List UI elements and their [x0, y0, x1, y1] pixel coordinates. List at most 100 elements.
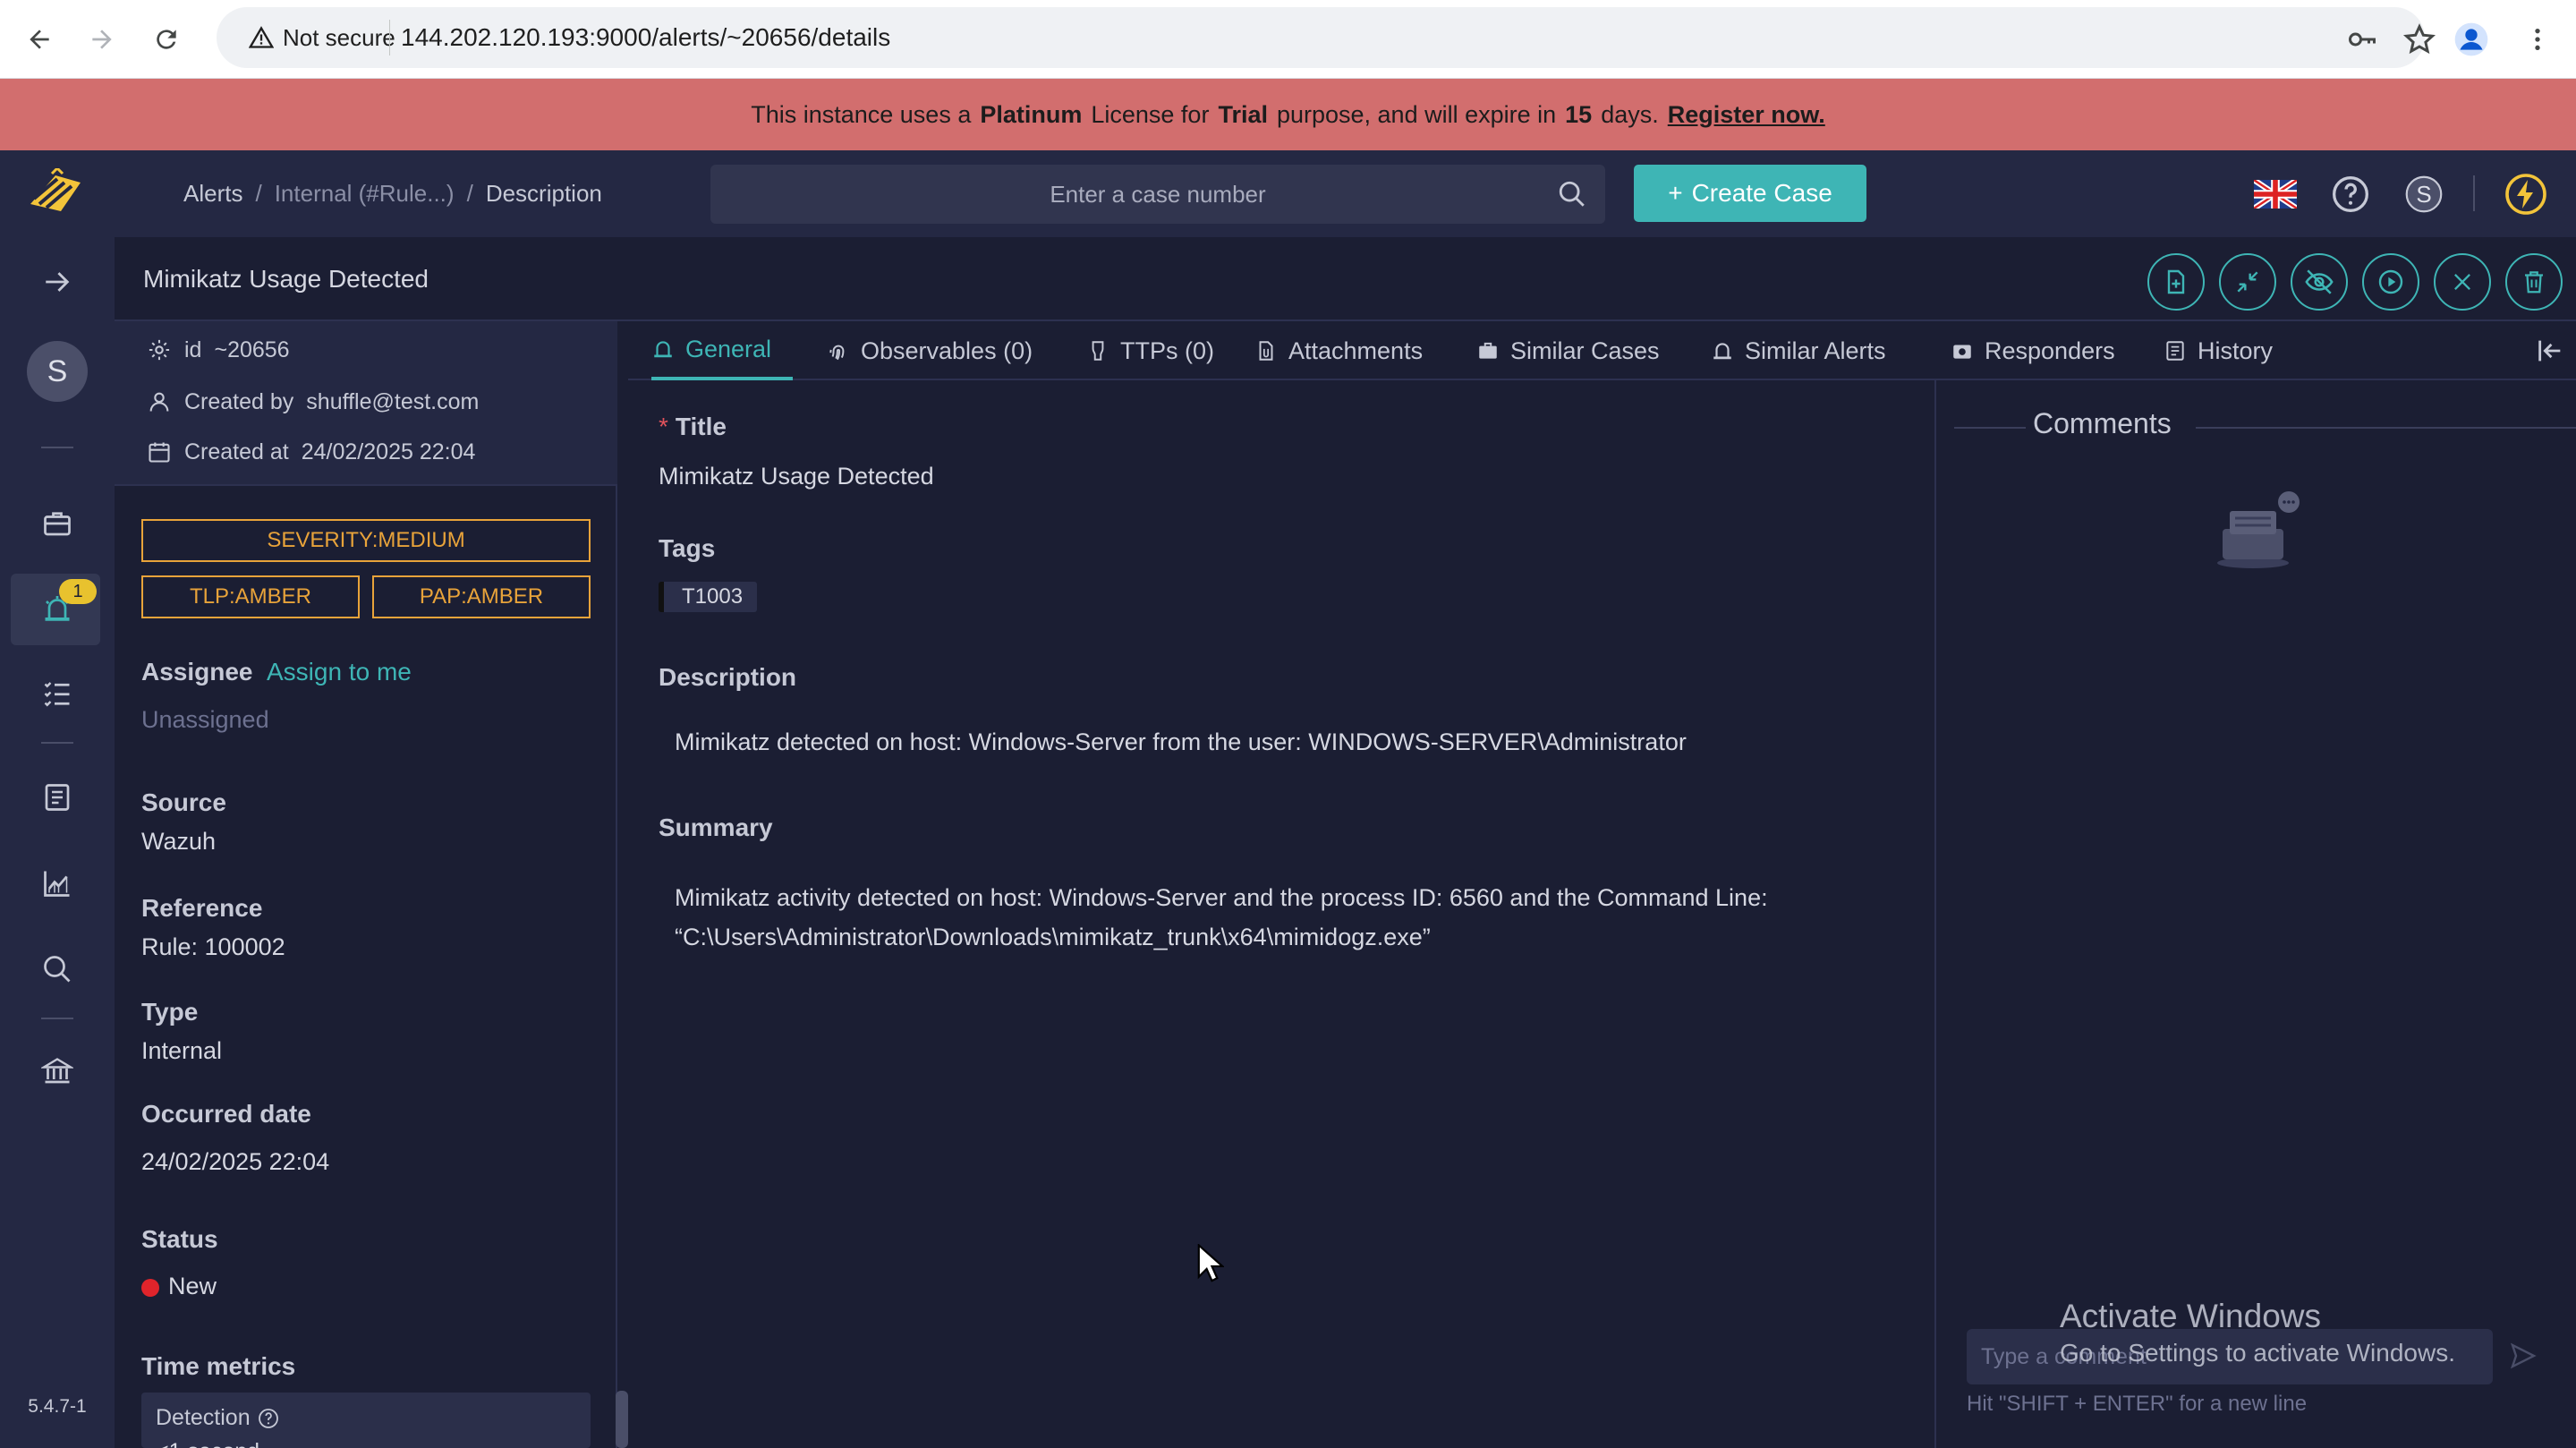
forward-arrow-icon[interactable] [79, 16, 125, 63]
detection-label: Detection [156, 1405, 251, 1430]
status-label: Status [141, 1225, 218, 1253]
rail-divider [41, 742, 73, 744]
help-icon[interactable] [2328, 172, 2373, 217]
run-button[interactable] [2362, 253, 2419, 311]
security-chip[interactable]: Not secure [233, 20, 415, 55]
create-case-label: Create Case [1691, 179, 1832, 207]
ttp-icon [1092, 341, 1104, 361]
briefcase-icon[interactable] [36, 502, 79, 545]
tag-chip[interactable]: T1003 [659, 582, 758, 612]
org-avatar[interactable]: S [27, 341, 88, 402]
ignore-button[interactable] [2291, 253, 2348, 311]
tab-history[interactable]: History [2164, 321, 2273, 380]
tlp-pill[interactable]: TLP:AMBER [141, 575, 360, 618]
empty-comments-icon [2217, 491, 2300, 568]
profile-icon[interactable] [2448, 16, 2495, 63]
comment-hint: Hit "SHIFT + ENTER" for a new line [1967, 1392, 2308, 1416]
title-label: Title [675, 413, 727, 440]
tab-label: Attachments [1288, 336, 1424, 364]
url-text[interactable]: 144.202.120.193:9000/alerts/~20656/detai… [401, 7, 890, 68]
lightning-icon[interactable] [2504, 172, 2548, 217]
severity-pill[interactable]: SEVERITY:MEDIUM [141, 519, 591, 562]
star-icon[interactable] [2403, 23, 2436, 55]
key-icon[interactable] [2346, 23, 2378, 55]
case-search-input[interactable] [710, 165, 1605, 224]
meta-id-label: id [184, 336, 202, 362]
required-mark: * [659, 413, 668, 440]
rail-divider [41, 447, 73, 448]
alert-icon [1713, 343, 1731, 360]
meta-created-at-value: 24/02/2025 22:04 [301, 439, 476, 464]
header-divider [2473, 175, 2475, 211]
reload-icon[interactable] [143, 16, 190, 63]
document-icon[interactable] [36, 776, 79, 819]
responders-icon [1953, 345, 1971, 359]
mouse-cursor-icon [1197, 1244, 1224, 1282]
ignore-icon [2305, 269, 2334, 294]
omnibox-divider [389, 20, 390, 55]
status-value[interactable]: New [168, 1273, 217, 1300]
merge-button[interactable] [2219, 253, 2276, 311]
delete-button[interactable] [2505, 253, 2563, 311]
banner-license-type: Trial [1218, 100, 1268, 128]
detail-scrollbar[interactable] [616, 1391, 628, 1448]
tab-label: History [2198, 336, 2274, 364]
tab-attachments[interactable]: Attachments [1254, 321, 1423, 380]
tab-similar-cases[interactable]: Similar Cases [1476, 321, 1660, 380]
create-case-button[interactable]: + Create Case [1634, 165, 1866, 222]
task-list-icon[interactable] [36, 672, 79, 715]
attachment-icon [1259, 341, 1273, 361]
alert-titlebar: Mimikatz Usage Detected [115, 237, 2576, 321]
assign-to-me-link[interactable]: Assign to me [267, 658, 412, 686]
type-value: Internal [141, 1037, 223, 1064]
thehive-logo-icon[interactable] [25, 168, 86, 218]
detection-row: Detection [156, 1405, 279, 1431]
chart-icon[interactable] [36, 862, 79, 905]
breadcrumb-rule[interactable]: Internal (#Rule...) [275, 180, 455, 208]
alert-count-badge: 1 [59, 579, 97, 604]
user-avatar[interactable]: S [2402, 172, 2446, 217]
new-case-button[interactable] [2147, 253, 2205, 311]
fingerprint-icon [829, 345, 845, 361]
send-icon[interactable] [2509, 1342, 2538, 1370]
tab-responders[interactable]: Responders [1951, 321, 2115, 380]
register-link[interactable]: Register now. [1668, 101, 1825, 129]
title-value[interactable]: Mimikatz Usage Detected [659, 463, 934, 490]
banner-suffix: purpose, and will expire in [1276, 100, 1557, 128]
close-alert-button[interactable] [2434, 253, 2491, 311]
general-tab-content: * Title Mimikatz Usage Detected Tags T100… [628, 380, 1934, 1448]
tab-observables[interactable]: Observables (0) [827, 321, 1033, 380]
assignee-value[interactable]: Unassigned [141, 706, 269, 734]
alert-tabs: General Observables (0) TTPs (0) Attachm… [628, 321, 2576, 380]
search-icon[interactable] [36, 948, 79, 991]
comment-input[interactable] [1967, 1329, 2493, 1384]
summary-line-1[interactable]: Mimikatz activity detected on host: Wind… [675, 878, 1909, 917]
search-icon[interactable] [1557, 179, 1587, 209]
tab-label: General [685, 335, 772, 362]
meta-created-at-label: Created at [184, 439, 289, 464]
bank-icon[interactable] [36, 1050, 79, 1093]
comments-title-rule [2196, 427, 2576, 429]
tab-label: TTPs (0) [1120, 336, 1214, 364]
back-arrow-icon[interactable] [16, 16, 63, 63]
description-value[interactable]: Mimikatz detected on host: Windows-Serve… [675, 722, 1909, 762]
summary-line-2[interactable]: “C:\Users\Administrator\Downloads\mimika… [675, 917, 1909, 957]
pap-pill[interactable]: PAP:AMBER [372, 575, 591, 618]
address-bar[interactable]: Not secure 144.202.120.193:9000/alerts/~… [217, 7, 2436, 68]
kebab-menu-icon[interactable] [2514, 16, 2561, 63]
tab-label: Observables (0) [861, 336, 1033, 364]
collapse-panel-icon[interactable] [2535, 336, 2565, 366]
help-icon[interactable] [258, 1408, 279, 1429]
alert-title: Mimikatz Usage Detected [143, 265, 429, 293]
uk-flag-icon[interactable] [2253, 172, 2298, 217]
banner-prefix: This instance uses a [751, 100, 972, 128]
tab-label: Responders [1985, 336, 2115, 364]
tab-similar-alerts[interactable]: Similar Alerts [1711, 321, 1886, 380]
tab-ttps[interactable]: TTPs (0) [1086, 321, 1214, 380]
assignee-label: Assignee [141, 658, 253, 686]
calendar-icon [149, 442, 170, 463]
tab-general[interactable]: General [651, 321, 794, 380]
expand-arrow-icon[interactable] [36, 260, 79, 303]
breadcrumb-alerts[interactable]: Alerts [183, 180, 242, 208]
gear-icon [149, 339, 170, 361]
